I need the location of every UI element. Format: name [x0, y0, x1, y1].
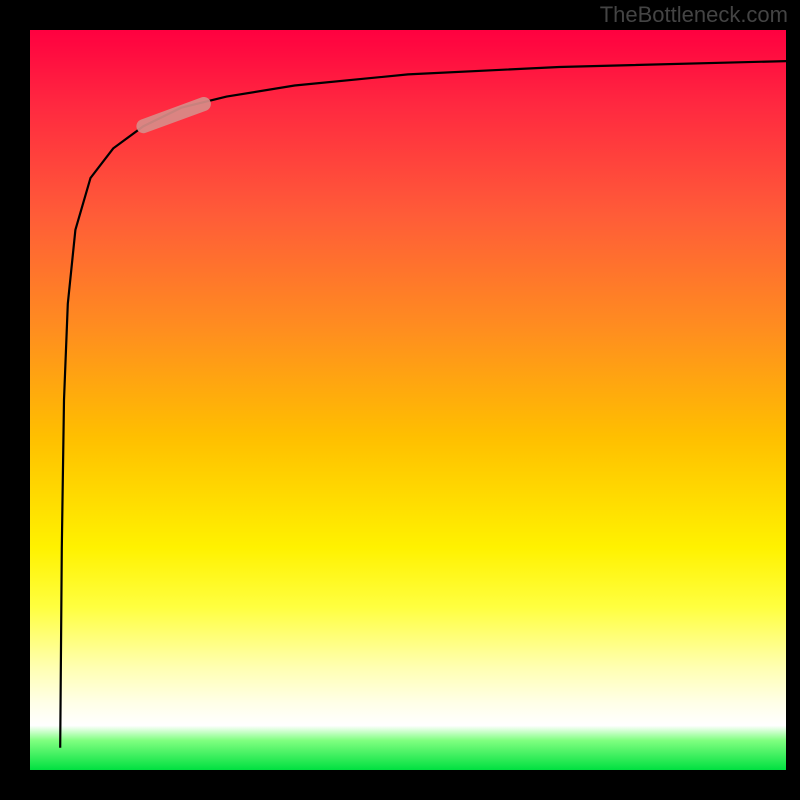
bottleneck-curve — [60, 61, 786, 748]
curve-layer — [30, 30, 786, 770]
watermark-text: TheBottleneck.com — [600, 2, 788, 28]
chart-container: TheBottleneck.com — [0, 0, 800, 800]
highlight-segment — [143, 104, 203, 126]
